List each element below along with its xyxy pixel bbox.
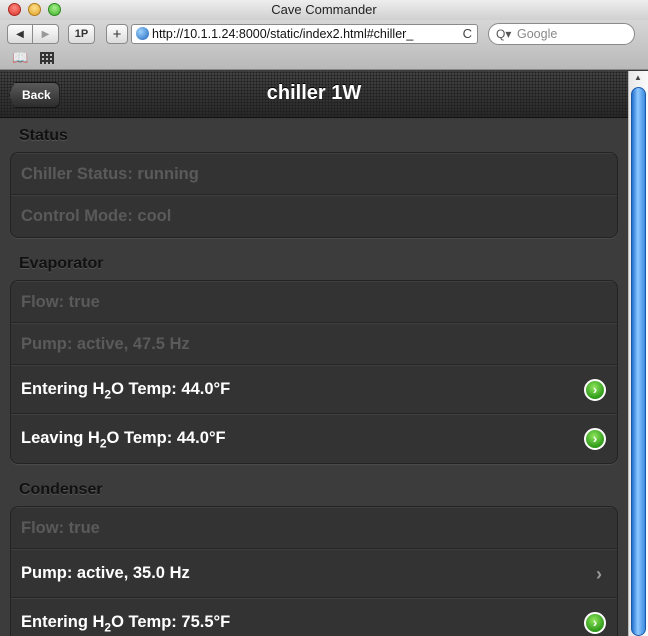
row-label: Chiller Status: running <box>21 165 199 183</box>
list-item: Chiller Status: running <box>11 153 617 195</box>
page-title: chiller 1W <box>266 82 362 104</box>
chevron-right-icon: › <box>596 563 602 584</box>
list-item: Pump: active, 47.5 Hz <box>11 323 617 365</box>
reload-icon[interactable]: C <box>463 25 472 43</box>
address-bar[interactable]: http://10.1.1.24:8000/static/index2.html… <box>131 24 478 44</box>
row-label: Pump: active, 47.5 Hz <box>21 335 190 353</box>
scroll-up-arrow-icon[interactable]: ▲ <box>634 73 642 82</box>
section-title-condenser: Condenser <box>19 481 103 498</box>
evaporator-leaving-temp-row[interactable]: Leaving H2O Temp: 44.0°F › <box>11 414 617 463</box>
status-group: Chiller Status: running Control Mode: co… <box>10 152 618 238</box>
window-title: Cave Commander <box>271 2 377 17</box>
condenser-pump-row[interactable]: Pump: active, 35.0 Hz › <box>11 549 617 598</box>
list-item: Control Mode: cool <box>11 195 617 237</box>
evaporator-group: Flow: true Pump: active, 47.5 Hz Enterin… <box>10 280 618 464</box>
browser-toolbar: ◀ ▶ 1P + http://10.1.1.24:8000/static/in… <box>0 20 648 70</box>
row-subscript: 2 <box>99 436 107 451</box>
row-label-rest: O Temp: 44.0°F <box>111 380 231 398</box>
row-label: Entering H <box>21 380 105 398</box>
row-label: Flow: true <box>21 519 100 537</box>
search-icon: Q▾ <box>496 27 512 41</box>
row-label-rest: O Temp: 75.5°F <box>111 613 231 631</box>
list-item: Flow: true <box>11 281 617 323</box>
section-title-status: Status <box>19 127 68 144</box>
browser-forward-button[interactable]: ▶ <box>33 24 59 44</box>
search-placeholder: Google <box>517 27 558 41</box>
bookmarks-icon[interactable]: 📖 <box>12 50 28 66</box>
row-label-rest: O Temp: 44.0°F <box>106 429 226 447</box>
evaporator-entering-temp-row[interactable]: Entering H2O Temp: 44.0°F › <box>11 365 617 414</box>
condenser-group: Flow: true Pump: active, 35.0 Hz › Enter… <box>10 506 618 636</box>
vertical-scrollbar[interactable]: ▲ <box>628 71 648 636</box>
list-item: Flow: true <box>11 507 617 549</box>
row-label: Control Mode: cool <box>21 207 172 225</box>
browser-back-button[interactable]: ◀ <box>7 24 33 44</box>
row-label: Pump: active, 35.0 Hz <box>21 564 190 582</box>
onepassword-button[interactable]: 1P <box>68 24 95 44</box>
minimize-window-icon[interactable] <box>28 3 41 16</box>
address-url: http://10.1.1.24:8000/static/index2.html… <box>152 27 414 41</box>
close-window-icon[interactable] <box>8 3 21 16</box>
condenser-entering-temp-row[interactable]: Entering H2O Temp: 75.5°F › <box>11 598 617 636</box>
globe-icon <box>136 27 149 40</box>
search-field[interactable]: Q▾ Google <box>488 23 635 45</box>
row-label: Flow: true <box>21 293 100 311</box>
go-arrow-icon[interactable]: › <box>584 428 606 450</box>
row-label: Leaving H <box>21 429 100 447</box>
go-arrow-icon[interactable]: › <box>584 378 606 401</box>
top-sites-grid-icon[interactable] <box>40 52 54 64</box>
content-area: Status Chiller Status: running Control M… <box>0 118 628 636</box>
add-bookmark-button[interactable]: + <box>106 24 128 44</box>
back-button[interactable]: Back <box>9 82 60 108</box>
window-titlebar: Cave Commander <box>0 0 648 20</box>
go-arrow-icon[interactable]: › <box>584 612 606 634</box>
section-title-evaporator: Evaporator <box>19 255 104 272</box>
row-label: Entering H <box>21 613 105 631</box>
back-forward-group: ◀ ▶ <box>7 24 59 44</box>
scrollbar-thumb[interactable] <box>631 87 646 636</box>
zoom-window-icon[interactable] <box>48 3 61 16</box>
